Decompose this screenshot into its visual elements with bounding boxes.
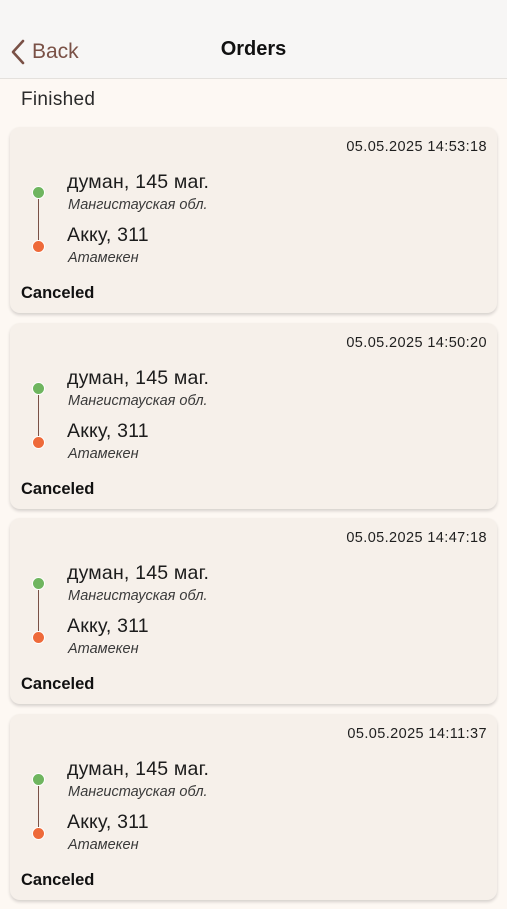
nav-bar: Back Orders <box>0 0 507 79</box>
origin-dot-icon <box>32 186 45 199</box>
origin-dot-icon <box>32 381 45 395</box>
destination-address: Акку, 311 <box>67 224 149 246</box>
route-line <box>37 585 39 637</box>
destination-dot-icon <box>32 826 45 840</box>
origin-address: думан, 145 маг. <box>67 757 210 780</box>
order-status: Canceled <box>21 284 95 302</box>
order-datetime: 05.05.2025 14:53:18 <box>346 139 487 155</box>
origin-address: думан, 145 маг. <box>67 562 210 584</box>
origin-dot-icon <box>32 577 45 590</box>
origin-region: Мангистауская обл. <box>68 783 208 800</box>
order-card[interactable]: 05.05.2025 14:50:20 думан, 145 маг. Манг… <box>10 322 497 509</box>
route-line <box>37 780 39 833</box>
destination-region: Атамекен <box>68 445 139 462</box>
order-status: Canceled <box>21 675 95 693</box>
order-status: Canceled <box>21 479 95 498</box>
destination-address: Акку, 311 <box>67 615 149 637</box>
order-datetime: 05.05.2025 14:11:37 <box>347 725 487 742</box>
destination-region: Атамекен <box>68 836 139 853</box>
origin-address: думан, 145 маг. <box>67 366 210 389</box>
origin-region: Мангистауская обл. <box>68 392 208 409</box>
order-datetime: 05.05.2025 14:47:18 <box>346 530 487 546</box>
destination-region: Атамекен <box>68 250 139 266</box>
destination-region: Атамекен <box>68 641 139 657</box>
destination-address: Акку, 311 <box>67 810 149 833</box>
destination-address: Акку, 311 <box>67 419 149 442</box>
destination-dot-icon <box>32 240 45 253</box>
origin-region: Мангистауская обл. <box>68 588 208 604</box>
order-status: Canceled <box>21 870 95 889</box>
destination-dot-icon <box>32 631 45 644</box>
origin-address: думан, 145 маг. <box>67 171 210 193</box>
route-line <box>37 389 39 442</box>
orders-list: 05.05.2025 14:53:18 думан, 145 маг. Манг… <box>10 127 497 909</box>
section-title: Finished <box>21 89 96 110</box>
order-datetime: 05.05.2025 14:50:20 <box>346 334 487 351</box>
origin-dot-icon <box>32 772 45 786</box>
order-card[interactable]: 05.05.2025 14:53:18 думан, 145 маг. Манг… <box>10 127 497 313</box>
route-line <box>37 194 39 246</box>
destination-dot-icon <box>32 435 45 449</box>
order-card[interactable]: 05.05.2025 14:47:18 думан, 145 маг. Манг… <box>10 518 497 704</box>
origin-region: Мангистауская обл. <box>68 197 208 213</box>
order-card[interactable]: 05.05.2025 14:11:37 думан, 145 маг. Манг… <box>10 713 497 900</box>
page-title: Orders <box>220 38 287 60</box>
